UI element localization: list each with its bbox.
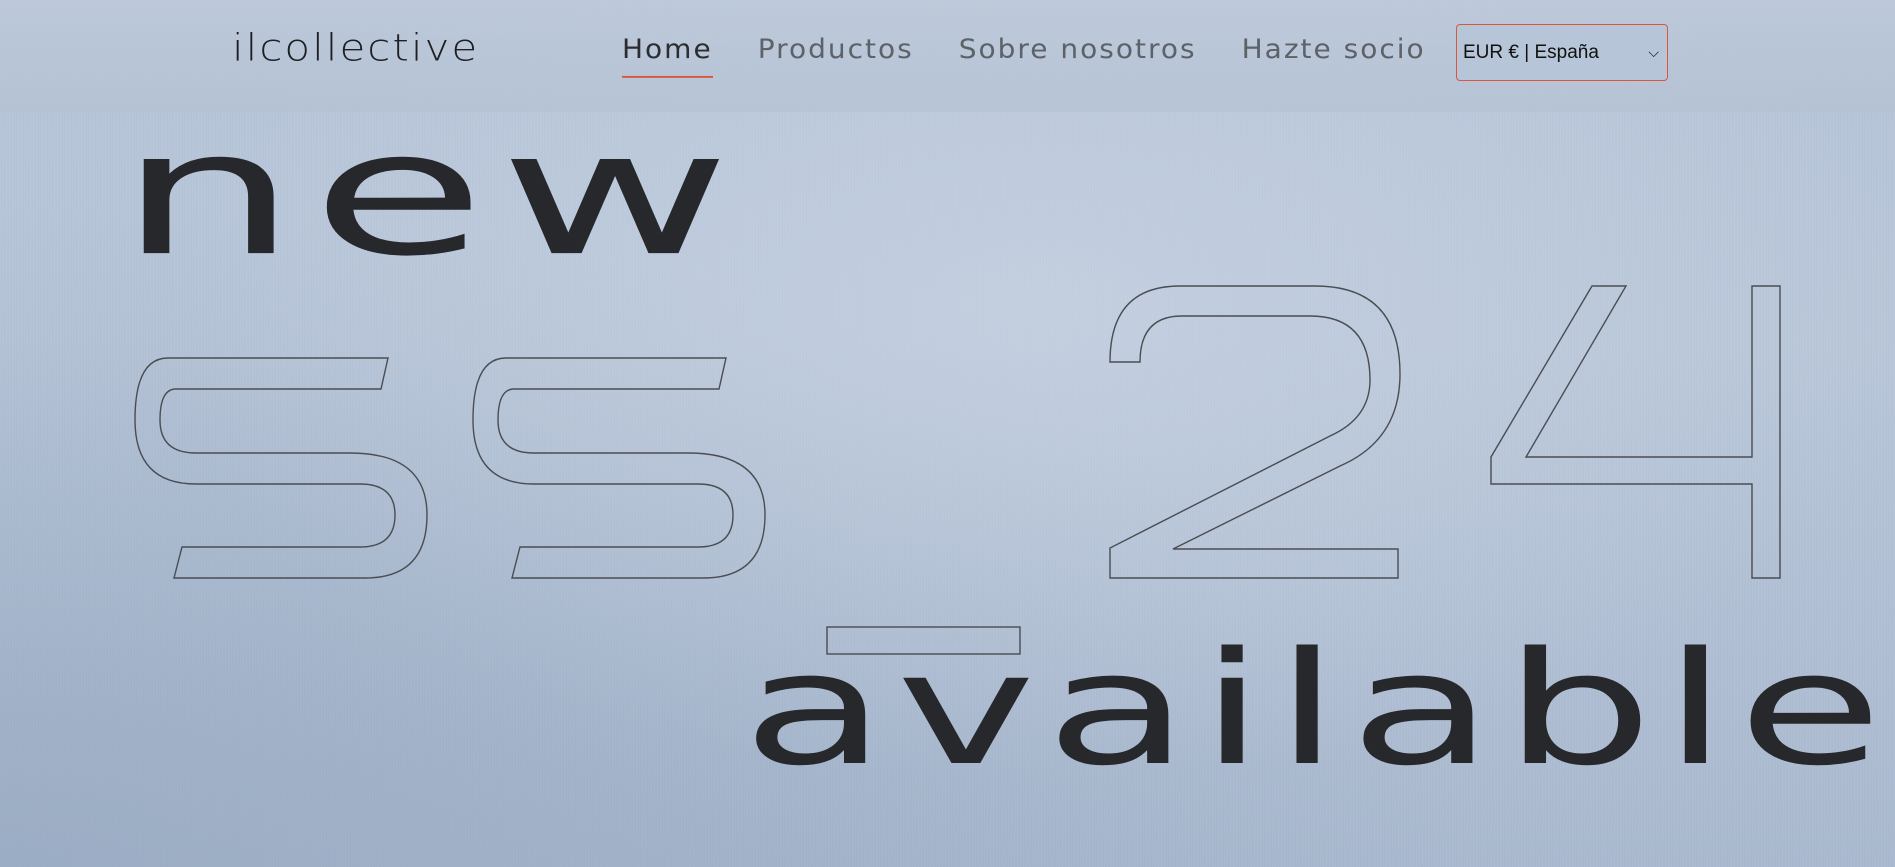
hero-word-available: available (742, 618, 1893, 801)
outline-letter-s-2 (472, 357, 766, 579)
outline-ss-24-text (134, 285, 1781, 655)
outline-digit-2 (1109, 285, 1401, 579)
outline-letter-s-1 (134, 357, 428, 579)
outline-digit-4 (1490, 285, 1781, 579)
